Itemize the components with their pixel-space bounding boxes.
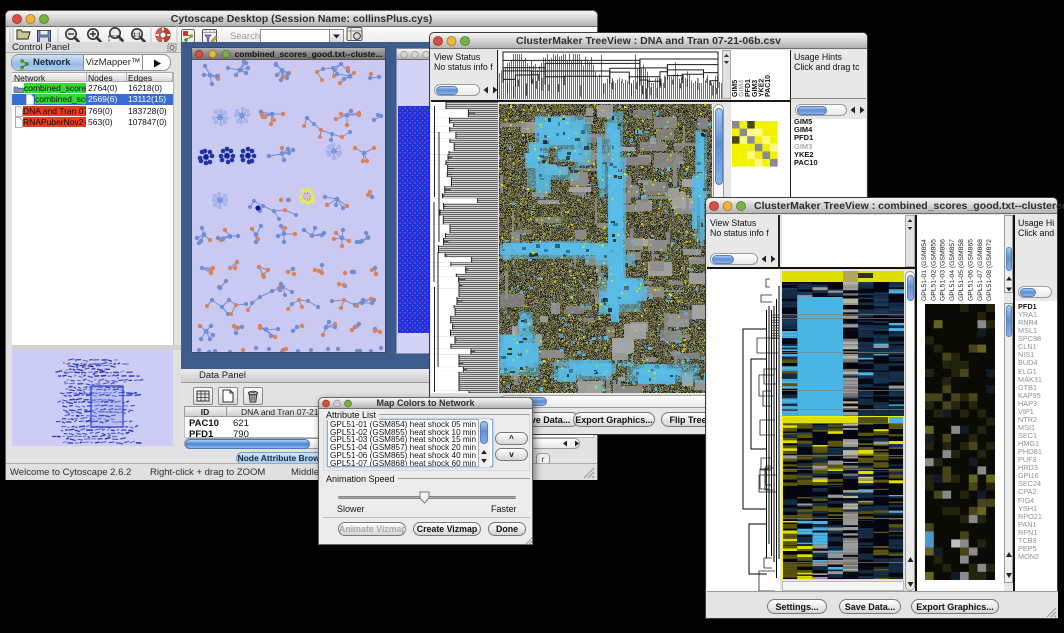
svg-text:PAC10: PAC10 xyxy=(765,75,772,97)
svg-text:GPL51-01 (GSM854: GPL51-01 (GSM854 xyxy=(921,239,928,301)
svg-text:GPL51-04 (GSM857: GPL51-04 (GSM857 xyxy=(949,239,956,301)
svg-text:GPL51-05 (GSM858: GPL51-05 (GSM858 xyxy=(958,239,965,301)
svg-text:GPL51-07 (GSM868: GPL51-07 (GSM868 xyxy=(977,239,984,301)
svg-text:GPL51-08 (GSM872: GPL51-08 (GSM872 xyxy=(986,239,993,301)
svg-text:GPL51-02 (GSM855: GPL51-02 (GSM855 xyxy=(930,239,937,301)
svg-text:GPL51-06 (GSM865: GPL51-06 (GSM865 xyxy=(968,239,975,301)
svg-text:GPL51-03 (GSM856: GPL51-03 (GSM856 xyxy=(940,239,947,301)
svg-text:1:1: 1:1 xyxy=(133,33,141,39)
